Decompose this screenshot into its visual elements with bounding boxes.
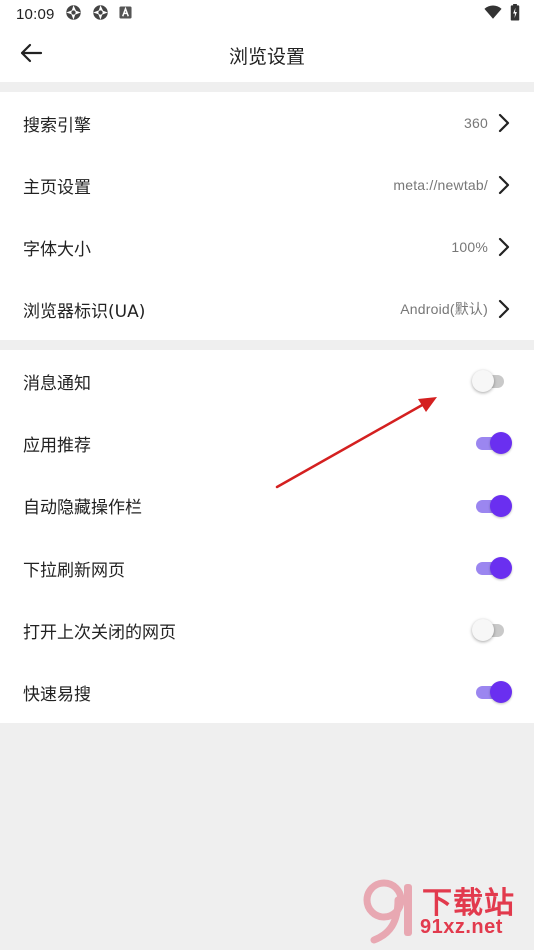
screen: 10:09 浏览设置 搜索引擎 360 主页设置 meta://newtab/ … [0, 0, 534, 950]
row-font-size[interactable]: 字体大小 100% [0, 216, 534, 278]
row-search-engine[interactable]: 搜索引擎 360 [0, 92, 534, 154]
wifi-icon [484, 5, 502, 24]
settings-group-general: 搜索引擎 360 主页设置 meta://newtab/ 字体大小 100% 浏… [0, 92, 534, 340]
battery-icon [510, 3, 520, 25]
chevron-right-icon [498, 298, 512, 320]
font-notification-icon [119, 5, 132, 23]
row-user-agent[interactable]: 浏览器标识(UA) Android(默认) [0, 278, 534, 340]
row-pull-to-refresh: 下拉刷新网页 [0, 537, 534, 599]
back-button[interactable] [14, 39, 48, 71]
row-label: 浏览器标识(UA) [23, 301, 146, 322]
row-value: meta://newtab/ [393, 177, 488, 193]
chevron-right-icon [498, 236, 512, 258]
toggle-restore-last-pages[interactable] [472, 618, 512, 642]
status-right [484, 3, 520, 25]
toggle-pull-to-refresh[interactable] [472, 556, 512, 580]
toggle-quick-search[interactable] [472, 680, 512, 704]
row-value: 360 [464, 115, 488, 131]
row-label: 字体大小 [23, 239, 91, 260]
row-label: 下拉刷新网页 [23, 560, 125, 581]
section-divider [0, 82, 534, 92]
row-value: 100% [451, 239, 488, 255]
aperture-icon [65, 4, 82, 25]
watermark: 下载站 91xz.net [360, 876, 530, 946]
row-label: 打开上次关闭的网页 [23, 622, 176, 643]
row-restore-last-pages: 打开上次关闭的网页 [0, 599, 534, 661]
status-left: 10:09 [16, 4, 132, 25]
row-label: 搜索引擎 [23, 115, 91, 136]
aperture-icon [92, 4, 109, 25]
chevron-right-icon [498, 174, 512, 196]
row-auto-hide-toolbar: 自动隐藏操作栏 [0, 474, 534, 537]
arrow-left-icon [19, 43, 43, 67]
section-divider [0, 340, 534, 350]
watermark-url: 91xz.net [420, 916, 503, 938]
toggle-app-recommend[interactable] [472, 431, 512, 455]
logo-icon [363, 879, 412, 944]
status-time: 10:09 [16, 5, 55, 23]
status-bar: 10:09 [0, 0, 534, 28]
row-label: 主页设置 [23, 177, 91, 198]
row-message-notification: 消息通知 [0, 350, 534, 412]
chevron-right-icon [498, 112, 512, 134]
row-app-recommend: 应用推荐 [0, 412, 534, 474]
settings-group-toggles: 消息通知 应用推荐 自动隐藏操作栏 下拉刷新网页 打开上次关闭的网页 快速易搜 [0, 350, 534, 723]
row-label: 消息通知 [23, 373, 91, 394]
row-value: Android(默认) [400, 301, 488, 317]
toggle-message-notification[interactable] [472, 369, 512, 393]
row-quick-search: 快速易搜 [0, 661, 534, 723]
page-title: 浏览设置 [228, 45, 305, 68]
row-label: 快速易搜 [23, 684, 91, 705]
row-label: 自动隐藏操作栏 [23, 498, 142, 518]
row-homepage[interactable]: 主页设置 meta://newtab/ [0, 154, 534, 216]
toggle-auto-hide-toolbar[interactable] [472, 494, 512, 518]
app-bar: 浏览设置 [0, 28, 534, 82]
row-label: 应用推荐 [23, 435, 91, 456]
